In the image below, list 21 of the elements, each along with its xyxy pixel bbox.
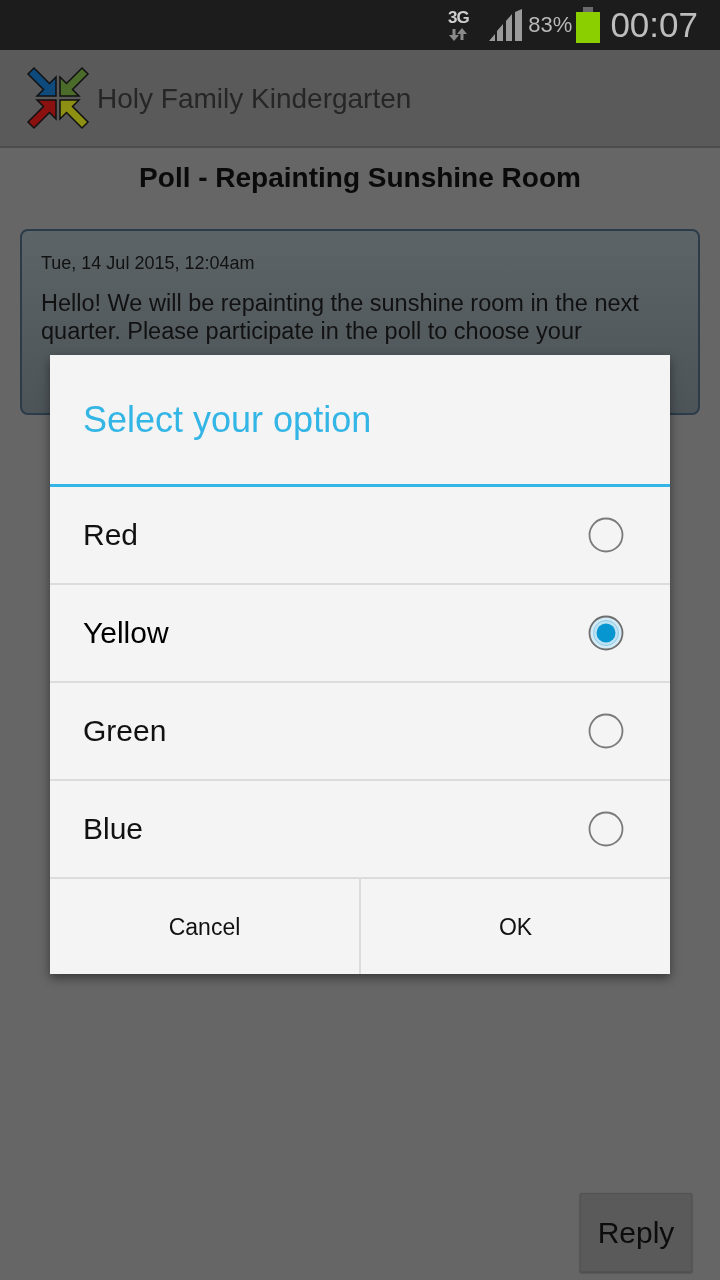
dialog-button[interactable]: Cancel — [50, 879, 361, 974]
signal-icon — [489, 9, 523, 41]
clock-time: 00:07 — [610, 5, 698, 45]
radio-button[interactable] — [588, 615, 624, 651]
poll-title: Poll - Repainting Sunshine Room — [138, 161, 582, 195]
data-arrows-icon — [448, 28, 469, 41]
radio-button[interactable] — [588, 517, 624, 553]
option-label[interactable]: Yellow — [83, 616, 169, 650]
option-label[interactable]: Green — [83, 714, 167, 748]
radio-button[interactable] — [588, 811, 624, 847]
battery-percent: 83% — [528, 12, 573, 38]
dialog-button[interactable]: OK — [361, 879, 670, 974]
option-label[interactable]: Blue — [83, 812, 144, 846]
radio-button[interactable] — [588, 713, 624, 749]
option-label[interactable]: Red — [83, 518, 139, 552]
message-body: Hello! We will be repainting the sunshine room in the next quarter. Please participate in the poll to choose your — [41, 289, 640, 345]
dialog-title: Select your option — [83, 399, 372, 441]
network-type: 3G — [448, 9, 469, 27]
battery-icon — [576, 7, 601, 43]
message-date: Tue, 14 Jul 2015, 12:04am — [41, 252, 256, 275]
four-arrows-logo-icon — [25, 65, 91, 131]
